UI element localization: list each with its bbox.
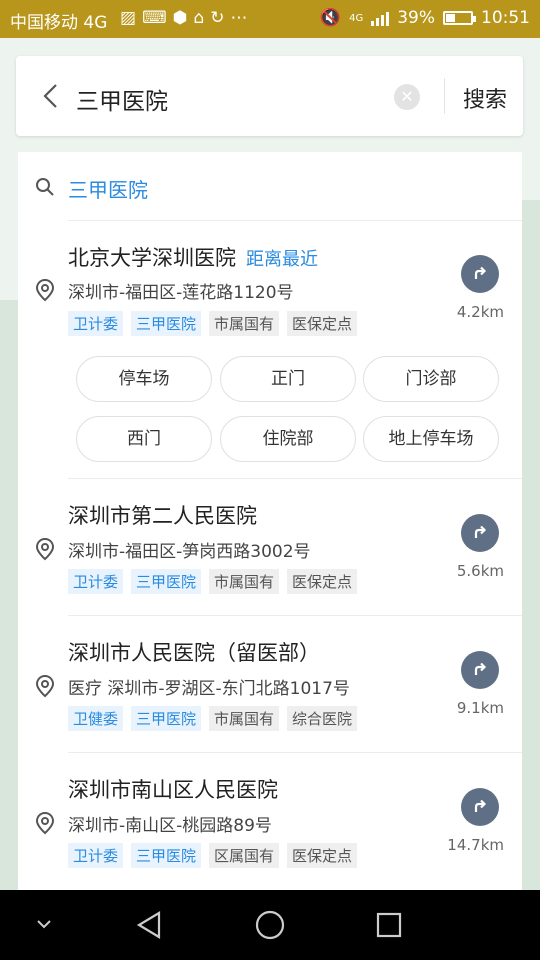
result-distance: 5.6km	[456, 562, 504, 580]
tag-list: 卫计委 三甲医院 市属国有 医保定点	[68, 569, 358, 594]
tag: 卫计委	[68, 311, 124, 336]
result-distance: 14.7km	[447, 836, 504, 854]
tag-list: 卫计委 三甲医院 市属国有 医保定点	[68, 311, 358, 336]
nearest-badge: 距离最近	[246, 249, 318, 270]
battery-percent: 39%	[397, 8, 435, 28]
search-button[interactable]: 搜索	[463, 82, 507, 114]
tag: 综合医院	[287, 706, 358, 731]
location-pin-icon	[35, 811, 55, 835]
signal-icon	[371, 10, 390, 26]
tag: 市属国有	[209, 706, 280, 731]
route-arrow-icon	[474, 799, 487, 812]
route-button[interactable]	[461, 788, 499, 826]
subpoi-ground-parking[interactable]: 地上停车场	[363, 416, 499, 462]
result-item[interactable]: 深圳市人民医院（留医部） 医疗 深圳市-罗湖区-东门北路1017号 卫健委 三甲…	[18, 615, 522, 752]
result-item[interactable]: 深圳市第二人民医院 深圳市-福田区-笋岗西路3002号 卫计委 三甲医院 市属国…	[18, 478, 522, 615]
suggestion-row[interactable]: 三甲医院	[18, 152, 522, 220]
subpoi-parking[interactable]: 停车场	[76, 356, 212, 402]
result-name: 深圳市南山区人民医院	[68, 778, 278, 802]
route-button[interactable]	[461, 651, 499, 689]
tag-list: 卫计委 三甲医院 区属国有 医保定点	[68, 843, 358, 868]
location-pin-icon	[35, 537, 55, 561]
result-address: 医疗 深圳市-罗湖区-东门北路1017号	[68, 679, 350, 699]
subpoi-outpatient[interactable]: 门诊部	[363, 356, 499, 402]
result-name: 深圳市第二人民医院	[68, 504, 257, 528]
tag: 三甲医院	[131, 311, 202, 336]
result-address: 深圳市-南山区-桃园路89号	[68, 816, 272, 836]
search-icon	[36, 178, 54, 196]
tag: 卫健委	[68, 706, 124, 731]
route-arrow-icon	[474, 662, 487, 675]
subpoi-inpatient[interactable]: 住院部	[220, 416, 356, 462]
result-name: 北京大学深圳医院 距离最近	[68, 242, 318, 272]
bag-icon: ⌂	[193, 8, 211, 28]
sync-icon: ↻	[210, 8, 231, 28]
hide-keyboard-icon[interactable]	[36, 918, 52, 930]
network-type: 4G	[349, 12, 364, 24]
subpoi-west-gate[interactable]: 西门	[76, 416, 212, 462]
result-title: 北京大学深圳医院	[68, 246, 236, 270]
result-name: 深圳市人民医院（留医部）	[68, 641, 320, 665]
tag: 医保定点	[287, 569, 358, 594]
suggestion-text: 三甲医院	[68, 178, 148, 202]
location-pin-icon	[35, 674, 55, 698]
clock: 10:51	[481, 8, 530, 28]
back-nav-icon[interactable]	[135, 910, 165, 940]
clear-icon[interactable]: ✕	[394, 84, 420, 110]
location-pin-icon	[35, 278, 55, 302]
result-address: 深圳市-福田区-莲花路1120号	[68, 283, 294, 303]
tag: 医保定点	[287, 843, 358, 868]
tag: 三甲医院	[131, 706, 202, 731]
more-icon: ⋯	[230, 8, 254, 28]
tag: 医保定点	[287, 311, 358, 336]
tag: 三甲医院	[131, 569, 202, 594]
tag: 市属国有	[209, 569, 280, 594]
navigation-bar	[0, 890, 540, 960]
battery-icon	[443, 11, 476, 25]
result-item[interactable]: 深圳市南山区人民医院 深圳市-南山区-桃园路89号 卫计委 三甲医院 区属国有 …	[18, 752, 522, 890]
carrier-label: 中国移动 4G	[10, 13, 108, 33]
keyboard-icon: ⌨	[142, 8, 173, 28]
subpoi-main-gate[interactable]: 正门	[220, 356, 356, 402]
notification-icons: ▨⌨⬢⌂↻⋯	[120, 8, 254, 28]
tag: 三甲医院	[131, 843, 202, 868]
tag: 区属国有	[209, 843, 280, 868]
shield-icon: ⬢	[172, 8, 194, 28]
result-address: 深圳市-福田区-笋岗西路3002号	[68, 542, 311, 562]
route-button[interactable]	[461, 255, 499, 293]
recents-nav-icon[interactable]	[375, 911, 403, 939]
image-icon: ▨	[120, 8, 143, 28]
tag: 市属国有	[209, 311, 280, 336]
route-arrow-icon	[474, 266, 487, 279]
result-distance: 4.2km	[456, 303, 504, 321]
result-item[interactable]: 北京大学深圳医院 距离最近 深圳市-福田区-莲花路1120号 卫计委 三甲医院 市…	[18, 220, 522, 478]
search-bar: 三甲医院 ✕ 搜索	[16, 56, 523, 136]
home-nav-icon[interactable]	[254, 909, 286, 941]
result-distance: 9.1km	[456, 699, 504, 717]
tag: 卫计委	[68, 843, 124, 868]
mute-icon: 🔇	[319, 8, 342, 28]
search-input[interactable]: 三甲医院	[76, 82, 168, 116]
results-list: 三甲医院 北京大学深圳医院 距离最近 深圳市-福田区-莲花路1120号 卫计委 三…	[18, 152, 522, 890]
tag: 卫计委	[68, 569, 124, 594]
divider	[444, 78, 445, 114]
status-bar: 中国移动 4G ▨⌨⬢⌂↻⋯ 🔇 4G 39% 10:51	[0, 0, 540, 38]
tag-list: 卫健委 三甲医院 市属国有 综合医院	[68, 706, 358, 731]
route-arrow-icon	[474, 525, 487, 538]
back-arrow-icon[interactable]	[36, 80, 66, 112]
route-button[interactable]	[461, 514, 499, 552]
